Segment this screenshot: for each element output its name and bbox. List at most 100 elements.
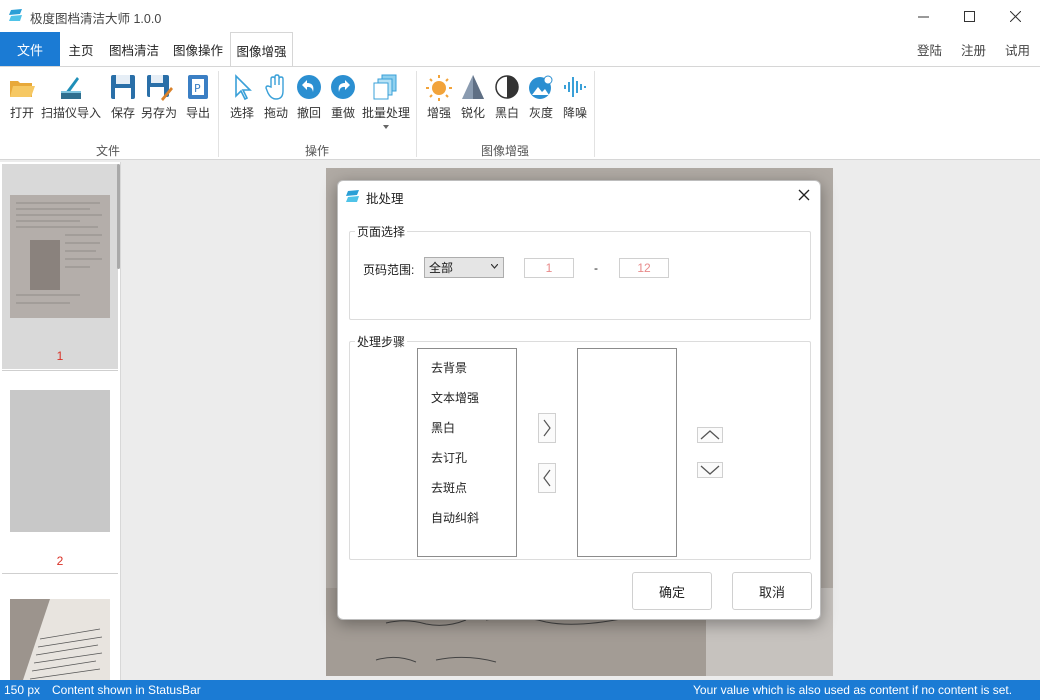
tab-image-enhance[interactable]: 图像增强 bbox=[230, 32, 293, 67]
processing-steps-group: 处理步骤 去背景 文本增强 黑白 去订孔 去斑点 自动纠斜 bbox=[349, 333, 811, 560]
minimize-icon bbox=[917, 16, 929, 17]
dialog-close-icon[interactable] bbox=[796, 187, 812, 203]
selected-steps-list[interactable] bbox=[577, 348, 677, 557]
thumbnail-page-2[interactable]: 2 bbox=[2, 372, 118, 572]
save-disk-icon bbox=[111, 75, 135, 99]
close-icon bbox=[1009, 10, 1021, 22]
tab-file[interactable]: 文件 bbox=[0, 32, 60, 66]
group-label-operation: 操作 bbox=[305, 144, 330, 158]
ribbon-panel: 打开 扫描仪导入 保存 另存为 P 导出 文件 选择 拖动 撤回 重做 批量处理… bbox=[0, 66, 1040, 160]
thumbnail-scrollbar[interactable] bbox=[117, 164, 120, 269]
open-button[interactable]: 打开 bbox=[8, 73, 36, 121]
redo-button[interactable]: 重做 bbox=[329, 73, 357, 121]
page-thumbnail-image bbox=[10, 599, 110, 680]
hand-drag-icon bbox=[265, 74, 284, 100]
move-step-down-button[interactable] bbox=[697, 462, 723, 478]
grayscale-button[interactable]: 灰度 bbox=[527, 73, 555, 121]
thumbnail-divider bbox=[2, 370, 118, 371]
page-range-select[interactable]: 全部 bbox=[424, 257, 504, 278]
page-thumbnail-image bbox=[10, 195, 110, 318]
scanner-import-button[interactable]: 扫描仪导入 bbox=[41, 73, 101, 121]
available-steps-list[interactable]: 去背景 文本增强 黑白 去订孔 去斑点 自动纠斜 bbox=[417, 348, 517, 557]
select-tool-button[interactable]: 选择 bbox=[228, 73, 256, 121]
thumbnail-page-3[interactable] bbox=[2, 575, 118, 680]
cancel-button[interactable]: 取消 bbox=[732, 572, 812, 610]
page-number-label: 2 bbox=[56, 554, 64, 568]
svg-text:P: P bbox=[194, 82, 201, 95]
save-as-icon bbox=[147, 75, 173, 101]
trial-link[interactable]: 试用 bbox=[1005, 32, 1030, 66]
export-button[interactable]: P 导出 bbox=[184, 73, 212, 121]
group-label-image-enhance: 图像增强 bbox=[481, 144, 530, 158]
undo-icon bbox=[297, 75, 321, 99]
page-range-to-input[interactable]: 12 bbox=[619, 258, 669, 278]
contrast-circle-icon bbox=[495, 75, 519, 99]
enhance-button[interactable]: 增强 bbox=[425, 73, 453, 121]
group-separator bbox=[594, 71, 595, 157]
tab-home[interactable]: 主页 bbox=[62, 32, 100, 66]
minimize-button[interactable] bbox=[900, 0, 946, 32]
chevron-right-icon bbox=[543, 419, 551, 437]
close-button[interactable] bbox=[992, 0, 1038, 32]
list-item[interactable]: 文本增强 bbox=[431, 389, 479, 406]
app-logo-icon bbox=[346, 190, 359, 202]
list-item[interactable]: 黑白 bbox=[431, 419, 455, 436]
chevron-down-icon bbox=[383, 125, 389, 129]
save-button[interactable]: 保存 bbox=[109, 73, 137, 121]
triangle-sharpen-icon bbox=[462, 75, 484, 99]
group-label-file: 文件 bbox=[96, 144, 121, 158]
drag-tool-button[interactable]: 拖动 bbox=[262, 73, 290, 121]
zoom-status: 150 px bbox=[4, 683, 41, 697]
chevron-left-icon bbox=[543, 469, 551, 487]
batch-documents-icon bbox=[373, 74, 397, 100]
thumbnail-panel: 1 2 bbox=[0, 162, 121, 680]
chevron-up-icon bbox=[700, 430, 720, 440]
list-item[interactable]: 去背景 bbox=[431, 359, 467, 376]
status-bar: 150 px Content shown in StatusBar Your v… bbox=[0, 680, 1040, 700]
page-selection-legend: 页面选择 bbox=[355, 223, 408, 240]
list-item[interactable]: 去订孔 bbox=[431, 449, 467, 466]
denoise-button[interactable]: 降噪 bbox=[561, 73, 589, 121]
maximize-button[interactable] bbox=[946, 0, 992, 32]
tab-image-operations[interactable]: 图像操作 bbox=[167, 32, 229, 66]
page-range-from-input[interactable]: 1 bbox=[524, 258, 574, 278]
tab-document-clean[interactable]: 图档清洁 bbox=[103, 32, 165, 66]
chevron-down-icon bbox=[700, 465, 720, 475]
black-white-button[interactable]: 黑白 bbox=[493, 73, 521, 121]
undo-button[interactable]: 撤回 bbox=[295, 73, 323, 121]
title-bar: 极度图档清洁大师 1.0.0 bbox=[0, 0, 1040, 32]
grayscale-image-icon bbox=[529, 75, 553, 99]
ok-button[interactable]: 确定 bbox=[632, 572, 712, 610]
group-separator bbox=[218, 71, 219, 157]
batch-process-button[interactable]: 批量处理 bbox=[362, 73, 410, 129]
app-logo-icon bbox=[9, 9, 22, 21]
ribbon-tab-bar: 文件 主页 图档清洁 图像操作 图像增强 登陆 注册 试用 bbox=[0, 32, 1040, 67]
thumbnail-page-1[interactable]: 1 bbox=[2, 164, 118, 369]
maximize-icon bbox=[963, 10, 975, 22]
status-left-text: Content shown in StatusBar bbox=[52, 683, 201, 697]
chevron-down-icon bbox=[491, 264, 498, 269]
remove-step-button[interactable] bbox=[538, 463, 556, 493]
list-item[interactable]: 自动纠斜 bbox=[431, 509, 479, 526]
list-item[interactable]: 去斑点 bbox=[431, 479, 467, 496]
batch-process-dialog: 批处理 页面选择 页码范围: 全部 1 - 12 处理步骤 去背景 文本增强 黑… bbox=[337, 180, 821, 620]
dialog-title: 批处理 bbox=[366, 192, 404, 206]
move-step-up-button[interactable] bbox=[697, 427, 723, 443]
sun-icon bbox=[426, 75, 452, 101]
register-link[interactable]: 注册 bbox=[961, 32, 986, 66]
save-as-button[interactable]: 另存为 bbox=[141, 73, 177, 121]
cursor-arrow-icon bbox=[235, 74, 252, 101]
scanner-icon bbox=[61, 77, 81, 99]
add-step-button[interactable] bbox=[538, 413, 556, 443]
page-range-label: 页码范围: bbox=[363, 263, 415, 277]
page-range-select-value: 全部 bbox=[429, 261, 454, 275]
page-number-label: 1 bbox=[56, 349, 64, 363]
login-link[interactable]: 登陆 bbox=[917, 32, 942, 66]
export-icon: P bbox=[188, 75, 208, 99]
group-separator bbox=[416, 71, 417, 157]
redo-icon bbox=[331, 75, 355, 99]
page-thumbnail-image bbox=[10, 390, 110, 532]
sound-wave-icon bbox=[564, 77, 586, 97]
page-range-dash: - bbox=[594, 261, 598, 275]
sharpen-button[interactable]: 锐化 bbox=[459, 73, 487, 121]
